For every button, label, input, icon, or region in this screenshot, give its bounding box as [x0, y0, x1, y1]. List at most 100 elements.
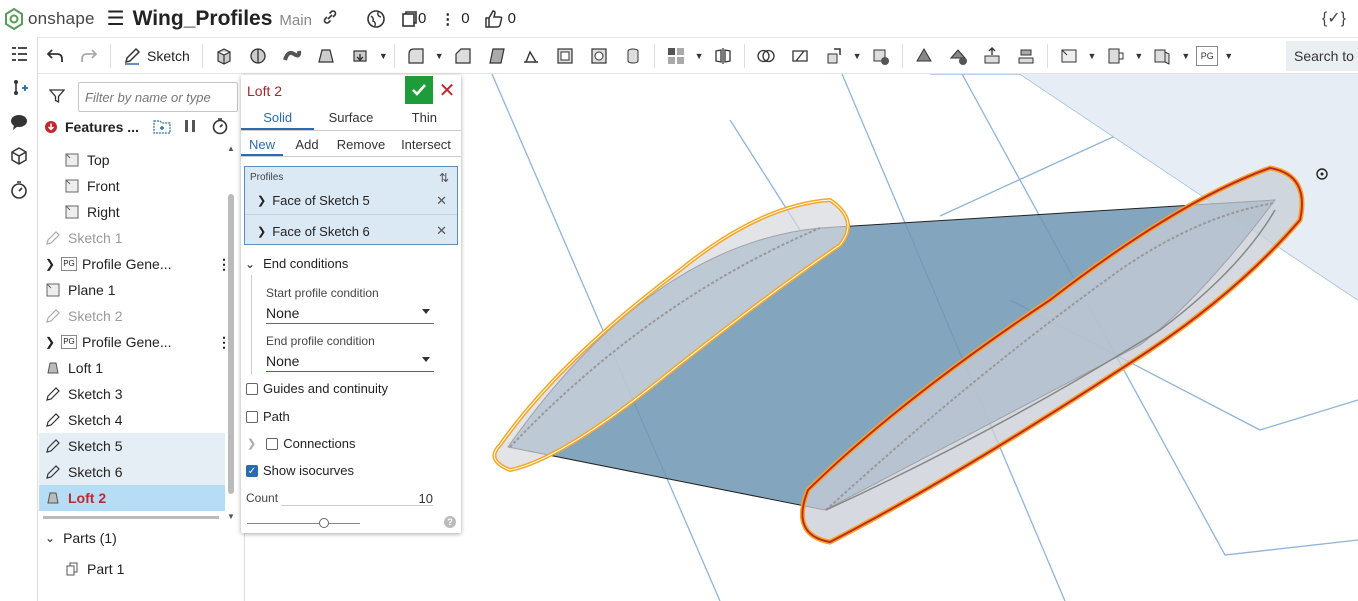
sweep-icon[interactable] — [279, 43, 305, 69]
tree-item-sketch-5[interactable]: Sketch 5 — [39, 433, 225, 459]
sketch-button[interactable]: Sketch — [123, 47, 190, 65]
remove-profile-icon[interactable]: ✕ — [436, 193, 447, 209]
pattern-icon[interactable] — [663, 43, 689, 69]
tree-item-profile-gen-2[interactable]: ❯ PG Profile Gene... ⋮ — [45, 329, 225, 355]
profile-item[interactable]: ❯ Face of Sketch 6 ✕ — [245, 217, 457, 245]
tree-item-loft-1[interactable]: Loft 1 — [45, 355, 225, 381]
pause-icon[interactable] — [183, 119, 197, 136]
connections-checkbox[interactable] — [266, 437, 279, 450]
end-conditions-header[interactable]: ⌄ End conditions — [245, 256, 465, 271]
profile-generator-icon[interactable]: PG — [1196, 45, 1219, 66]
profile-item[interactable]: ❯ Face of Sketch 5 ✕ — [245, 187, 457, 215]
slider-handle[interactable] — [318, 518, 329, 528]
rib-icon[interactable] — [518, 43, 544, 69]
split-icon[interactable] — [787, 43, 813, 69]
tab-solid[interactable]: Solid — [241, 106, 315, 130]
isocurves-checkbox-row[interactable]: ✓ Show isocurves — [246, 463, 466, 478]
tab-surface[interactable]: Surface — [314, 106, 387, 130]
rollback-bar[interactable] — [43, 516, 219, 519]
tree-item-sketch-1[interactable]: Sketch 1 — [45, 225, 225, 251]
hamburger-menu-icon[interactable]: ☰ — [107, 6, 125, 31]
filter-input[interactable]: Filter by name or type — [78, 82, 238, 112]
delete-part-icon[interactable] — [868, 43, 894, 69]
add-folder-icon[interactable] — [153, 118, 171, 137]
branch-name[interactable]: Main — [279, 12, 312, 29]
more-options-icon[interactable]: ⋮ — [217, 256, 225, 273]
model-canvas[interactable] — [462, 74, 1358, 601]
revolve-icon[interactable] — [245, 43, 271, 69]
count-slider[interactable] — [247, 518, 360, 528]
plane-icon[interactable] — [1056, 43, 1082, 69]
chevron-down-icon[interactable]: ▼ — [1224, 51, 1233, 61]
fillet-icon[interactable] — [403, 43, 429, 69]
rollback-bar-icon[interactable] — [45, 121, 57, 133]
start-condition-select[interactable]: None — [266, 302, 434, 324]
tree-item-sketch-4[interactable]: Sketch 4 — [45, 407, 225, 433]
chevron-down-icon[interactable]: ▼ — [435, 51, 444, 61]
onshape-logo[interactable]: onshape — [4, 7, 95, 30]
help-icon[interactable]: ? — [444, 516, 456, 528]
tree-item-sketch-6[interactable]: Sketch 6 — [39, 459, 225, 485]
path-checkbox-row[interactable]: Path — [246, 409, 466, 424]
tab-intersect[interactable]: Intersect — [391, 132, 461, 156]
remove-profile-icon[interactable]: ✕ — [436, 223, 447, 239]
loft-icon[interactable] — [313, 43, 339, 69]
shell-icon[interactable] — [552, 43, 578, 69]
extrude-icon[interactable] — [211, 43, 237, 69]
sheet-metal-icon[interactable] — [1149, 43, 1175, 69]
filter-icon[interactable] — [48, 88, 66, 107]
chevron-right-icon[interactable]: ❯ — [45, 335, 57, 349]
move-face-icon[interactable] — [979, 43, 1005, 69]
document-title[interactable]: Wing_Profiles — [133, 7, 273, 31]
tab-add[interactable]: Add — [283, 132, 331, 156]
mirror-icon[interactable] — [710, 43, 736, 69]
count-value[interactable]: 10 — [419, 491, 433, 506]
chevron-down-icon[interactable]: ▼ — [1181, 51, 1190, 61]
chevron-right-icon[interactable]: ❯ — [257, 194, 266, 207]
draft-icon[interactable] — [484, 43, 510, 69]
chamfer-icon[interactable] — [450, 43, 476, 69]
tree-item-loft-2[interactable]: Loft 2 — [39, 485, 225, 511]
link-icon[interactable] — [322, 9, 338, 28]
mate-connector-icon[interactable] — [1102, 43, 1128, 69]
tree-item-profile-gen-1[interactable]: ❯ PG Profile Gene... ⋮ — [45, 251, 225, 277]
stopwatch-icon[interactable] — [0, 173, 38, 207]
end-condition-select[interactable]: None — [266, 350, 434, 372]
redo-icon[interactable] — [76, 43, 102, 69]
3d-viewport[interactable] — [462, 74, 1358, 601]
modify-fillet-icon[interactable] — [911, 43, 937, 69]
tree-item-front[interactable]: Front — [64, 173, 225, 199]
code-brackets-icon[interactable]: {✓} — [1322, 8, 1346, 28]
tree-scrollbar[interactable]: ▲ ▼ — [227, 144, 235, 524]
search-tools-input[interactable]: Search to — [1286, 41, 1358, 71]
chevron-right-icon[interactable]: ❯ — [45, 257, 57, 271]
chevron-down-icon[interactable]: ▼ — [1088, 51, 1097, 61]
tree-item-sketch-2[interactable]: Sketch 2 — [45, 303, 225, 329]
hole-icon[interactable] — [586, 43, 612, 69]
versions-button[interactable]: 0 — [400, 10, 426, 28]
stopwatch-icon[interactable] — [211, 117, 229, 138]
cylinder-icon[interactable] — [620, 43, 646, 69]
reorder-icon[interactable]: ⇅ — [439, 171, 449, 185]
guides-checkbox-row[interactable]: Guides and continuity — [246, 381, 466, 396]
more-options-icon[interactable]: ⋮ — [217, 334, 225, 351]
chevron-down-icon[interactable]: ▼ — [379, 51, 388, 61]
chevron-down-icon[interactable]: ▼ — [695, 51, 704, 61]
transform-icon[interactable] — [821, 43, 847, 69]
isocurves-checkbox[interactable]: ✓ — [246, 464, 258, 477]
comments-icon[interactable] — [0, 105, 38, 139]
info-button[interactable]: ⋮ 0 — [440, 10, 469, 28]
parts-section-header[interactable]: ⌄ Parts (1) — [45, 530, 117, 546]
chevron-right-icon[interactable]: ❯ — [257, 225, 266, 238]
thicken-icon[interactable] — [347, 43, 373, 69]
tree-item-right[interactable]: Right — [64, 199, 225, 225]
chevron-down-icon[interactable]: ▼ — [1134, 51, 1143, 61]
tree-item-plane-1[interactable]: Plane 1 — [45, 277, 225, 303]
replace-face-icon[interactable] — [1013, 43, 1039, 69]
cancel-button[interactable]: ✕ — [435, 76, 459, 104]
delete-face-icon[interactable] — [945, 43, 971, 69]
part-item[interactable]: Part 1 — [64, 556, 250, 582]
globe-icon[interactable] — [366, 9, 386, 29]
parts-cube-icon[interactable] — [0, 139, 38, 173]
tree-item-top[interactable]: Top — [64, 147, 225, 173]
